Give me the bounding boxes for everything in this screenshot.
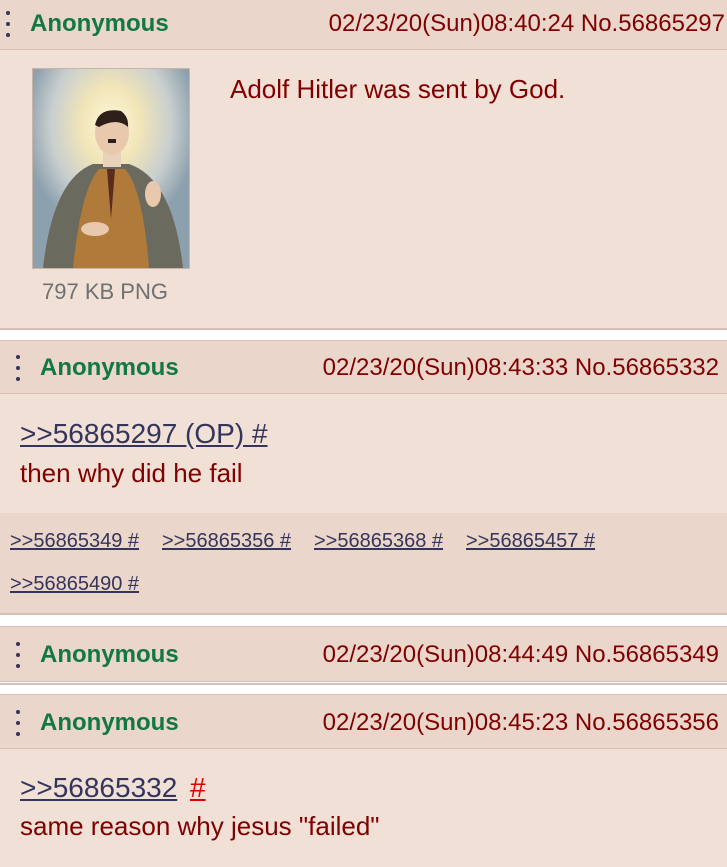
post-menu-icon[interactable] bbox=[16, 642, 20, 668]
post-message: then why did he fail bbox=[20, 458, 243, 488]
post-separator bbox=[0, 613, 727, 615]
reply-header: Anonymous 02/23/20(Sun)08:45:23 No.56865… bbox=[0, 694, 727, 749]
file-info: 797 KB PNG bbox=[42, 279, 168, 304]
post-menu-icon[interactable] bbox=[16, 710, 20, 736]
op-header: Anonymous 02/23/20(Sun)08:40:24 No.56865… bbox=[0, 0, 727, 50]
quote-hash-link[interactable]: # bbox=[190, 772, 206, 804]
poster-name: Anonymous bbox=[40, 709, 179, 736]
poster-name: Anonymous bbox=[40, 641, 179, 668]
post-separator bbox=[0, 683, 727, 685]
post-meta[interactable]: 02/23/20(Sun)08:40:24 No.56865297 bbox=[329, 10, 725, 38]
post-message: Adolf Hitler was sent by God. bbox=[230, 74, 566, 104]
quote-link[interactable]: >>56865332 bbox=[20, 772, 177, 804]
post-image-thumbnail[interactable] bbox=[32, 68, 190, 269]
reply-body bbox=[0, 749, 727, 867]
post-separator bbox=[0, 328, 727, 330]
post-message: same reason why jesus "failed" bbox=[20, 811, 380, 841]
post-meta[interactable]: 02/23/20(Sun)08:43:33 No.56865332 bbox=[323, 354, 719, 382]
backlinks-bar: >>56865349 # >>56865356 # >>56865368 # >… bbox=[0, 513, 727, 613]
reply-header: Anonymous 02/23/20(Sun)08:43:33 No.56865… bbox=[0, 340, 727, 394]
quote-link[interactable]: >>56865297 (OP) # bbox=[20, 418, 268, 450]
post-menu-icon[interactable] bbox=[16, 355, 20, 381]
backlink[interactable]: >>56865368 # bbox=[314, 530, 443, 553]
reply-body bbox=[0, 394, 727, 513]
post-meta[interactable]: 02/23/20(Sun)08:44:49 No.56865349 bbox=[323, 641, 719, 669]
post-menu-icon[interactable] bbox=[6, 11, 10, 37]
post-meta[interactable]: 02/23/20(Sun)08:45:23 No.56865356 bbox=[323, 709, 719, 737]
backlink[interactable]: >>56865457 # bbox=[466, 530, 595, 553]
backlink[interactable]: >>56865490 # bbox=[10, 573, 139, 596]
backlink[interactable]: >>56865356 # bbox=[162, 530, 291, 553]
poster-name: Anonymous bbox=[40, 354, 179, 381]
poster-name: Anonymous bbox=[30, 10, 169, 37]
reply-header: Anonymous 02/23/20(Sun)08:44:49 No.56865… bbox=[0, 626, 727, 682]
backlink[interactable]: >>56865349 # bbox=[10, 530, 139, 553]
